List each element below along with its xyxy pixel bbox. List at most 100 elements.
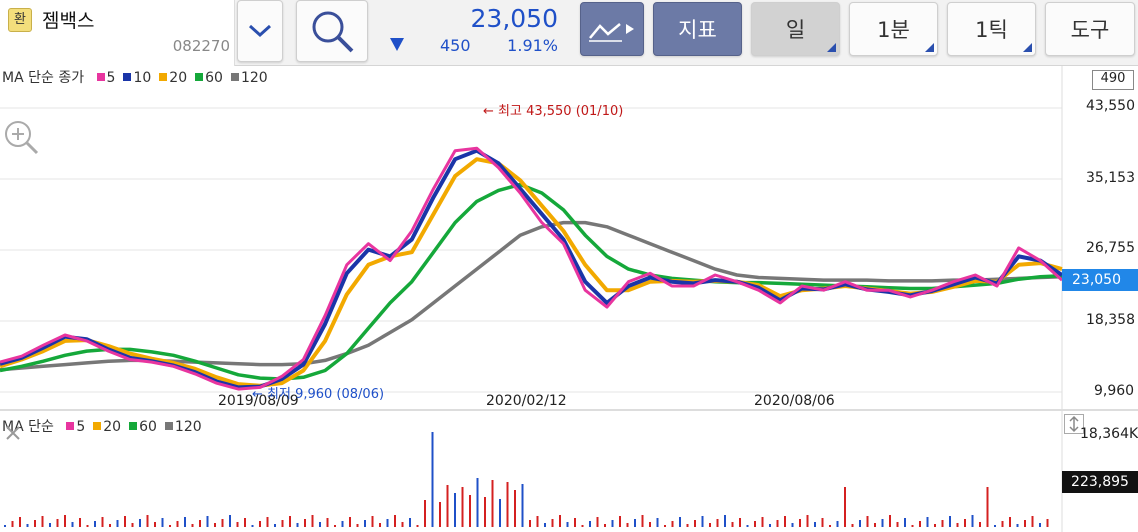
volume-bar [454,493,456,527]
legend-label: 120 [174,419,202,435]
volume-bar [836,521,839,527]
volume-bar [776,520,779,527]
zoom-in-icon[interactable] [2,118,40,156]
volume-bar [19,517,21,527]
volume-bar [244,518,246,527]
volume-bar [1039,523,1041,527]
volume-bar [664,525,666,527]
volume-bar [109,524,111,527]
volume-bar [476,478,479,527]
volume-bar [34,520,36,527]
volume-bar [139,519,141,527]
volume-bar [866,516,869,527]
volume-bar [829,525,831,527]
volume-bar [236,522,239,527]
y-tick-label: 9,960 [1094,383,1135,399]
volume-bar [919,521,921,527]
volume-bar [56,519,59,527]
volume-bar [431,432,434,527]
volume-bar [859,520,861,527]
volume-bar [851,524,854,527]
legend-swatch [230,73,239,81]
volume-bar [679,517,681,527]
y-tick-label: 35,153 [1086,170,1135,186]
volume-bar [274,524,276,527]
volume-bar [214,523,216,527]
legend-label: 5 [106,70,116,86]
volume-bar [754,521,756,527]
volume-bar [559,515,561,527]
volume-bar [686,524,689,527]
volume-bar [221,519,224,527]
volume-bar [101,517,104,527]
volume-bar [694,520,696,527]
volume-bar [491,480,494,527]
legend-swatch [93,422,102,430]
volume-bar [761,517,764,527]
axis-unit-box: 490 [1092,70,1134,90]
volume-bar [904,518,906,527]
volume-bar [634,519,636,527]
volume-bar [94,521,96,527]
legend-swatch [123,73,132,81]
legend-swatch [129,422,138,430]
volume-bar [506,482,509,527]
volume-bar [364,520,366,527]
volume-bar [529,520,531,527]
volume-bar [311,515,314,527]
volume-bar [514,490,516,527]
volume-bar [814,522,816,527]
legend-swatch [159,73,168,81]
legend-swatch [66,422,75,430]
volume-bar [116,520,119,527]
legend-swatch [96,73,105,81]
volume-bar [671,521,674,527]
volume-bar [889,515,891,527]
volume-bar [304,519,306,527]
volume-bar [994,525,996,527]
volume-bar [289,516,291,527]
volume-bar [169,525,171,527]
volume-bar [641,515,644,527]
volume-bar [979,522,981,527]
y-tick-label: 26,755 [1086,240,1135,256]
volume-bar [971,515,974,527]
volume-bar [71,522,74,527]
volume-bar [409,518,411,527]
volume-current-tag: 223,895 [1062,471,1138,493]
volume-bar [709,523,711,527]
volume-max-label: 18,364K [1080,426,1138,442]
volume-bar [386,519,389,527]
volume-bar [341,521,344,527]
volume-bar [319,522,321,527]
volume-bar [574,518,576,527]
volume-bar [934,524,936,527]
legend-label: 5 [76,419,86,435]
volume-bar [484,497,486,527]
volume-bar [596,517,599,527]
volume-bar [896,522,899,527]
volume-bar [536,516,539,527]
volume-bar [1031,516,1034,527]
volume-bar [191,524,194,527]
legend-swatch [195,73,204,81]
high-annotation: ← 최고 43,550 (01/10) [483,104,624,119]
volume-bar [581,525,584,527]
volume-bar [746,525,749,527]
volume-bar [964,519,966,527]
volume-bar [401,522,404,527]
legend-label: 20 [103,419,122,435]
volume-bar [589,521,591,527]
legend-label: 60 [139,419,157,435]
price-legend-prefix: MA 단순 종가 [2,70,85,86]
volume-bar [1009,517,1011,527]
volume-bar [724,515,726,527]
x-tick-label: 2020/02/12 [486,393,567,409]
close-volume-icon[interactable] [4,424,22,442]
volume-bar [356,524,359,527]
volume-ma-legend: MA 단순 5 20 60 120 [2,416,204,436]
volume-bar [821,518,824,527]
x-tick-label: 2020/08/06 [754,393,835,409]
volume-bar [881,519,884,527]
volume-bar [4,525,6,527]
